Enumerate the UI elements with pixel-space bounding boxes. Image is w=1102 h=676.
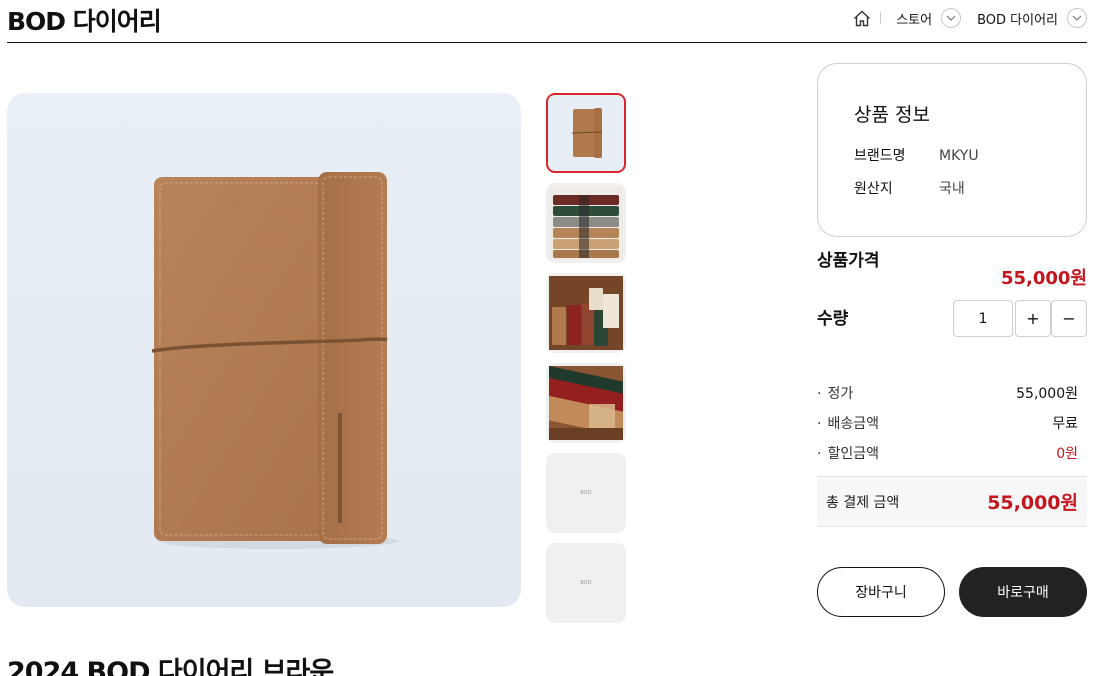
summary-key: 할인금액 (817, 443, 879, 463)
chevron-down-icon[interactable] (1067, 8, 1087, 28)
thumbnail-6[interactable]: BOD (546, 543, 626, 623)
summary-value: 0원 (1056, 446, 1078, 462)
quantity-label: 수량 (817, 309, 849, 329)
summary-row-discount: 할인금액 0원 (817, 438, 1087, 468)
breadcrumb-store-label: 스토어 (896, 12, 933, 28)
info-row-brand: 브랜드명 MKYU (854, 140, 1086, 173)
breadcrumb-store[interactable]: 스토어 (896, 9, 932, 28)
site-title[interactable]: BOD 다이어리 (7, 2, 162, 38)
total-value: 55,000원 (987, 492, 1078, 514)
product-info-title: 상품 정보 (854, 104, 930, 126)
product-title: 2024 BOD 다이어리 브라운 (7, 657, 334, 676)
placeholder-logo: BOD (580, 580, 592, 586)
home-icon[interactable] (852, 8, 872, 28)
thumbnail-list: BOD BOD (546, 93, 626, 633)
product-info-card: 상품 정보 브랜드명 MKYU 원산지 국내 (817, 63, 1087, 237)
summary-key: 정가 (817, 383, 853, 403)
quantity-input[interactable] (953, 300, 1013, 337)
quantity-decrease-button[interactable]: − (1051, 300, 1087, 337)
price-label: 상품가격 (817, 251, 880, 271)
info-key: 브랜드명 (854, 148, 906, 164)
info-value: MKYU (939, 148, 979, 164)
plus-icon: + (1026, 309, 1040, 328)
summary-value: 55,000원 (1016, 386, 1078, 402)
thumbnail-4[interactable] (546, 363, 626, 443)
minus-icon: − (1062, 309, 1076, 328)
price-value: 55,000원 (1000, 268, 1087, 289)
summary-row-shipping: 배송금액 무료 (817, 408, 1087, 438)
placeholder-logo: BOD (580, 490, 592, 496)
chevron-down-icon[interactable] (941, 8, 962, 28)
summary-row-list-price: 정가 55,000원 (817, 378, 1087, 408)
main-product-image[interactable] (7, 93, 521, 607)
breadcrumb-divider (880, 12, 882, 24)
breadcrumb-bod-diary[interactable]: BOD 다이어리 (977, 9, 1058, 28)
info-key: 원산지 (854, 181, 893, 197)
thumbnail-3[interactable] (546, 273, 626, 353)
header-divider (7, 42, 1087, 43)
total-payment: 총 결제 금액 55,000원 (817, 476, 1087, 527)
price-summary: 정가 55,000원 배송금액 무료 할인금액 0원 (817, 378, 1087, 468)
total-label: 총 결제 금액 (826, 494, 900, 511)
breadcrumb-bod-diary-label: BOD 다이어리 (977, 12, 1058, 28)
info-row-origin: 원산지 국내 (854, 173, 1086, 206)
quantity-increase-button[interactable]: + (1015, 300, 1051, 337)
summary-key: 배송금액 (817, 413, 879, 433)
summary-value: 무료 (1052, 416, 1078, 432)
info-value: 국내 (939, 181, 965, 197)
thumbnail-2[interactable] (546, 183, 626, 263)
buy-now-button[interactable]: 바로구매 (959, 567, 1087, 617)
breadcrumb: 스토어 BOD 다이어리 (852, 6, 1087, 30)
thumbnail-5[interactable]: BOD (546, 453, 626, 533)
add-to-cart-button[interactable]: 장바구니 (817, 567, 945, 617)
thumbnail-1[interactable] (546, 93, 626, 173)
